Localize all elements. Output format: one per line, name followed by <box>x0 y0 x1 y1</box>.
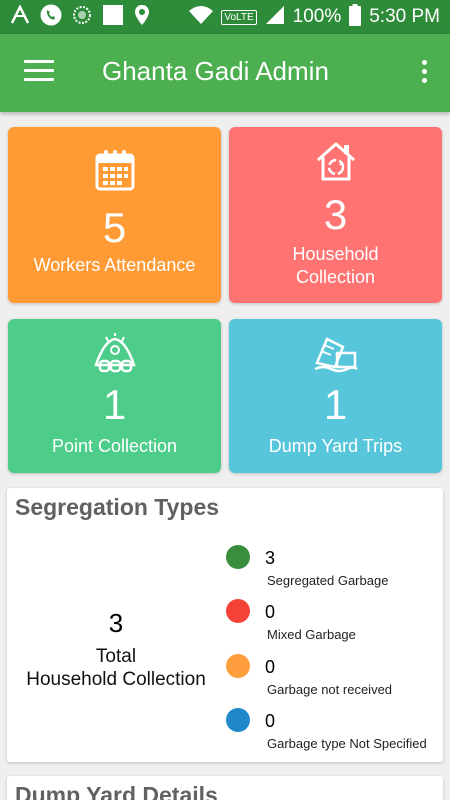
point-collection-label: Point Collection <box>51 436 178 456</box>
green-dot-icon <box>226 545 250 569</box>
house-recycle-icon <box>315 140 357 187</box>
dump-yard-title: Dump Yard Details <box>15 782 218 800</box>
dump-yard-details-panel: Dump Yard Details <box>7 776 443 800</box>
app-title: Ghanta Gadi Admin <box>102 56 329 86</box>
red-dot-icon <box>226 599 250 623</box>
dump-yard-trips-card[interactable]: 1 Dump Yard Trips <box>229 319 442 473</box>
legend-not-received: 0 Garbage not received <box>225 654 443 704</box>
legend-not-specified: 0 Garbage type Not Specified <box>225 708 443 758</box>
point-collection-card[interactable]: 1 Point Collection <box>8 319 221 473</box>
more-vertical-icon[interactable] <box>418 60 430 88</box>
battery-icon <box>349 3 362 31</box>
legend-mixed: 0 Mixed Garbage <box>225 599 443 649</box>
volte-icon: VoLTE <box>221 9 257 25</box>
orange-dot-icon <box>226 654 250 678</box>
hamburger-menu-icon[interactable] <box>24 60 54 86</box>
workers-attendance-label: Workers Attendance <box>33 255 196 275</box>
calendar-icon <box>95 149 135 196</box>
dump-yard-trips-label: Dump Yard Trips <box>268 436 403 456</box>
battery-percent: 100% <box>292 6 342 27</box>
clock: 5:30 PM <box>369 6 440 27</box>
total-household-label: Total Household Collection <box>26 646 206 690</box>
blue-dot-icon <box>226 708 250 732</box>
location-icon <box>134 4 150 31</box>
workers-attendance-card[interactable]: 5 Workers Attendance <box>8 127 221 303</box>
household-collection-label: Household Collection <box>292 244 379 287</box>
wifi-icon <box>189 5 214 30</box>
square-icon <box>102 4 124 31</box>
workers-attendance-count: 5 <box>102 204 127 251</box>
point-collection-count: 1 <box>102 381 127 428</box>
app-a-icon <box>10 3 30 30</box>
signal-icon <box>265 5 285 30</box>
garbage-pile-icon <box>92 333 138 382</box>
segregation-types-panel: Segregation Types 3 Total Household Coll… <box>7 488 443 762</box>
dump-truck-icon <box>313 333 359 380</box>
status-bar: VoLTE 100% 5:30 PM <box>0 0 450 34</box>
household-collection-card[interactable]: 3 Household Collection <box>229 127 442 303</box>
loader-icon <box>72 5 92 30</box>
total-household-value: 3 <box>108 608 124 638</box>
app-bar: Ghanta Gadi Admin <box>0 34 450 112</box>
segregation-title: Segregation Types <box>15 494 220 520</box>
legend-segregated: 3 Segregated Garbage <box>225 545 443 595</box>
dump-yard-trips-count: 1 <box>323 381 348 428</box>
phone-icon <box>40 4 62 31</box>
household-collection-count: 3 <box>323 191 348 238</box>
